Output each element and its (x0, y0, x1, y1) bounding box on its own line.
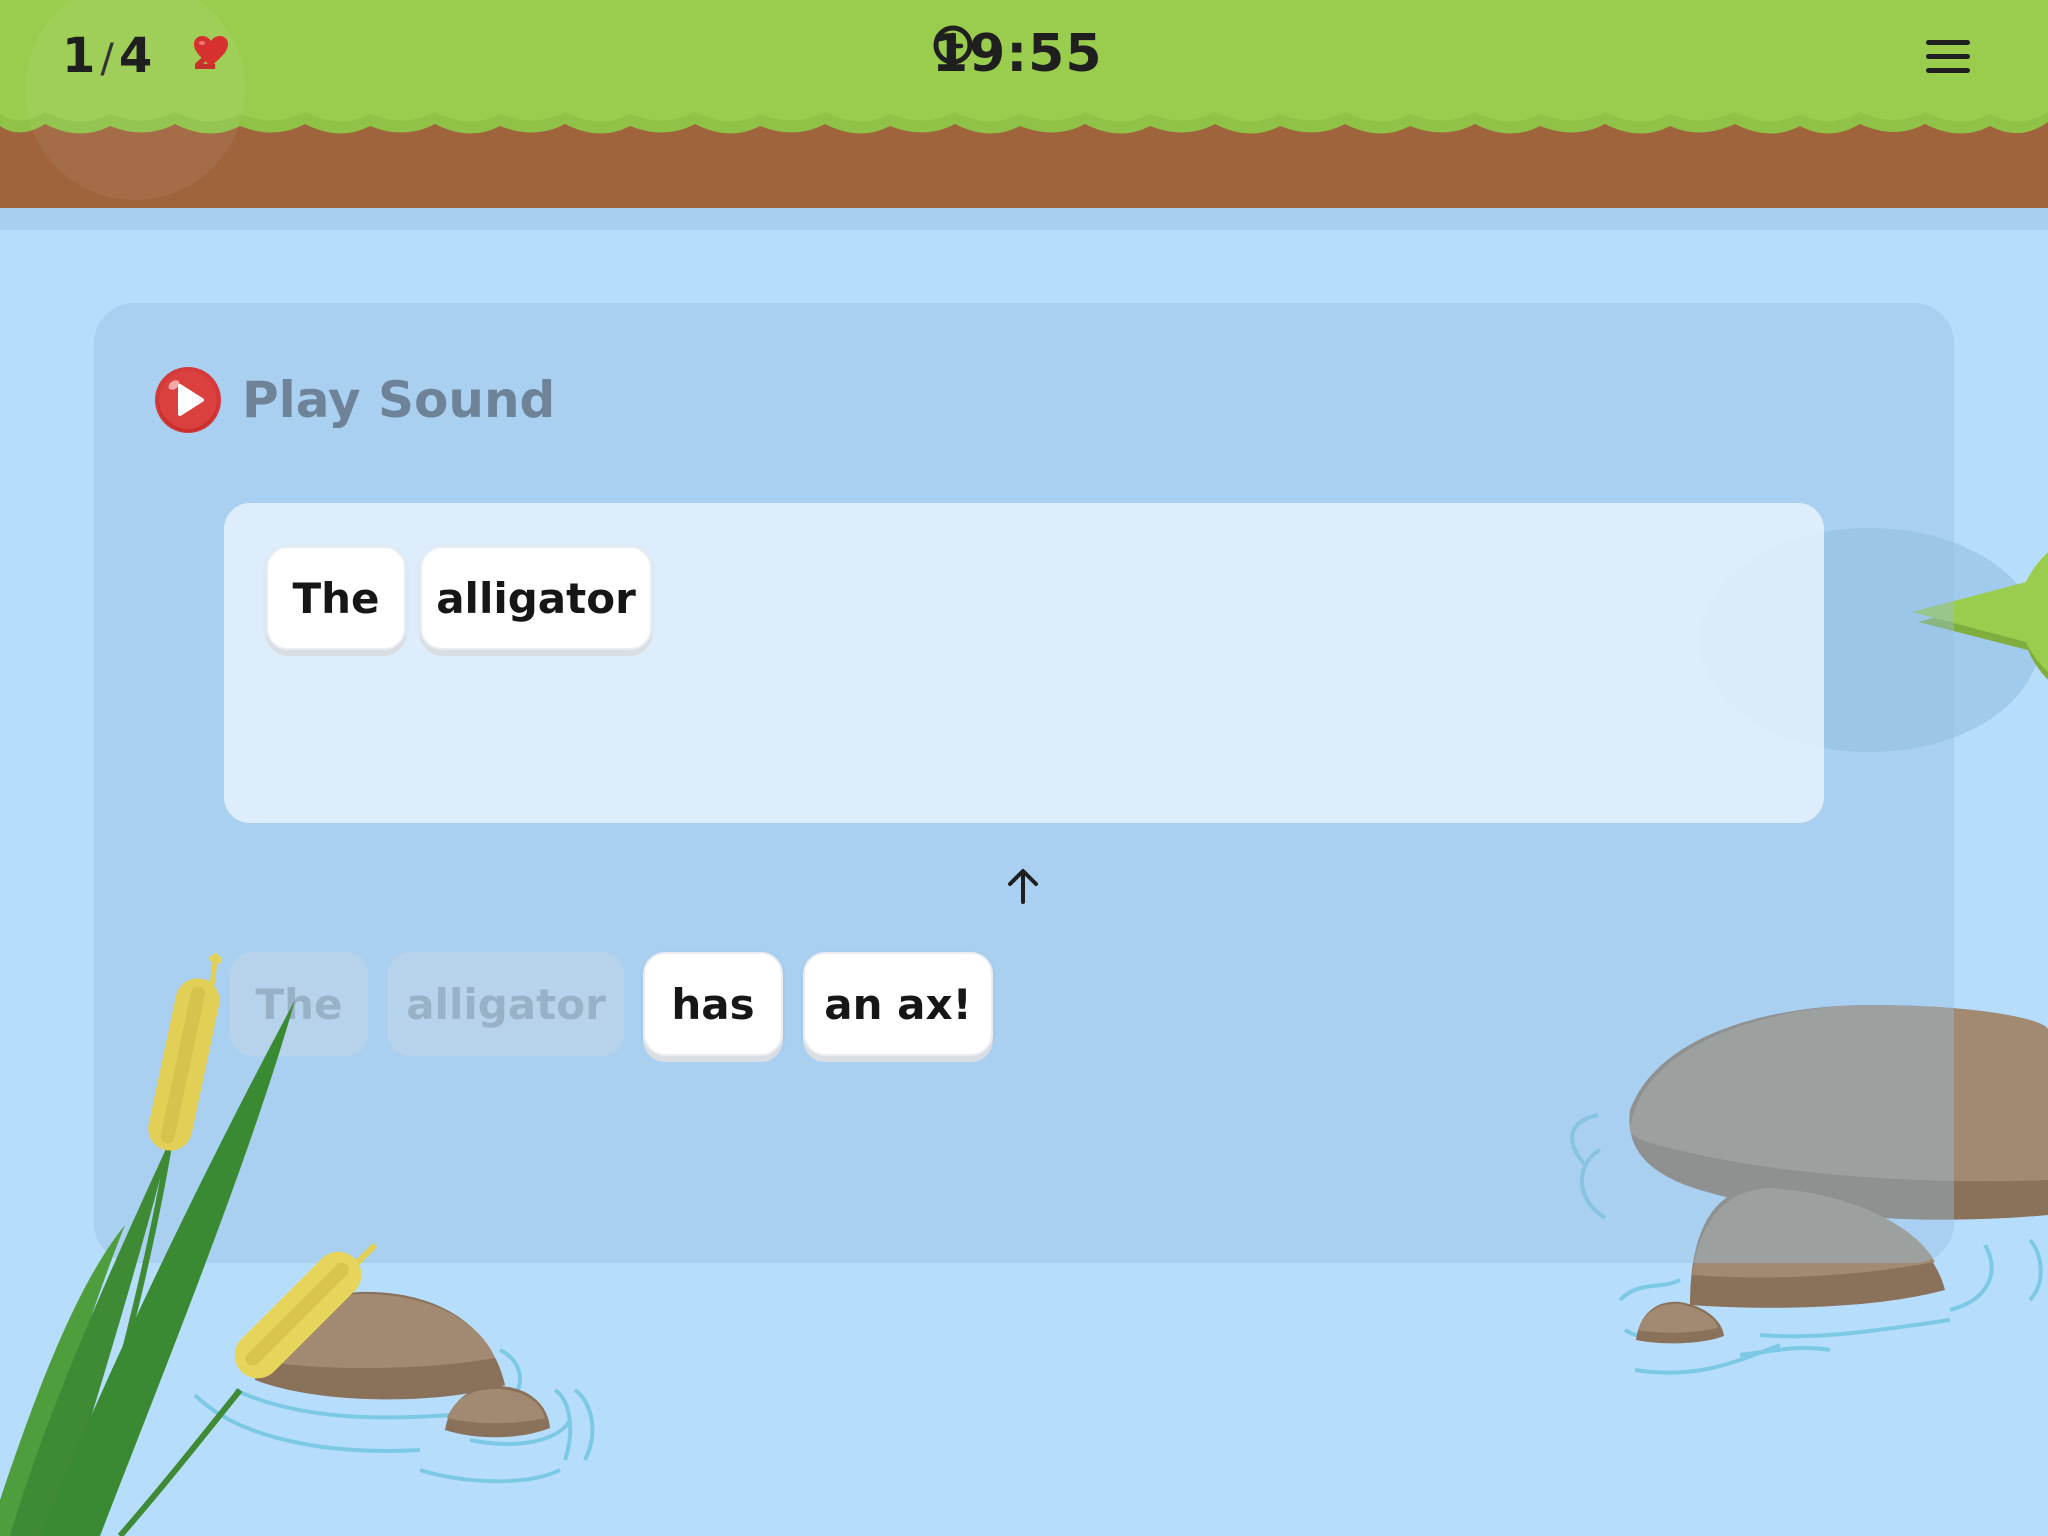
word-bank-tile-label: The (255, 979, 343, 1029)
answer-tile-label: alligator (436, 573, 636, 623)
word-bank-tile-label: an ax! (824, 979, 972, 1029)
answer-tile[interactable]: alligator (420, 546, 652, 650)
heart-icon (194, 36, 228, 66)
progress-current: 1 (62, 28, 97, 84)
play-icon (155, 367, 221, 433)
question-progress: 1/4 (62, 28, 153, 84)
play-sound-label: Play Sound (242, 371, 556, 429)
rocks-left (193, 1291, 595, 1484)
answer-tile[interactable]: The (266, 546, 406, 650)
arrow-up-icon (1008, 869, 1038, 904)
word-bank-tile-label: has (671, 979, 755, 1029)
progress-total: 4 (118, 28, 154, 84)
word-bank-tile-used: alligator (388, 952, 624, 1056)
clock-icon (933, 25, 973, 65)
lives-indicator: 2 (192, 34, 228, 78)
timer: 19:55 (932, 24, 1103, 84)
hamburger-menu-icon[interactable] (1926, 40, 1970, 80)
play-sound-button[interactable]: Play Sound (154, 366, 555, 434)
word-bank-tile[interactable]: has (643, 952, 783, 1056)
word-bank-tile-used: The (230, 952, 368, 1056)
progress-separator: / (100, 36, 115, 82)
top-bar: 1/4 2 19:55 (0, 0, 2048, 230)
answer-tile-label: The (292, 573, 380, 623)
word-bank-tile-label: alligator (406, 979, 606, 1029)
word-bank-tile[interactable]: an ax! (803, 952, 993, 1056)
